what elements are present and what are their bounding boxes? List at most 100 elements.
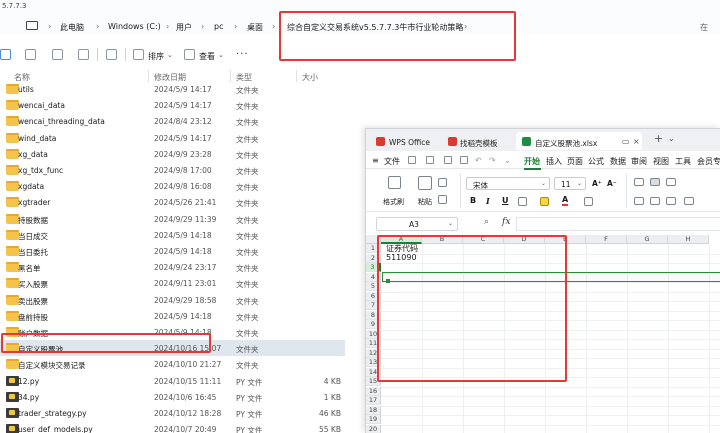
file-row[interactable]: 12.py 2024/10/15 11:11 PY 文件 4 KB bbox=[0, 373, 345, 389]
breadcrumb-drive-c[interactable]: Windows (C:) bbox=[108, 22, 161, 31]
format-painter-icon[interactable] bbox=[388, 176, 401, 189]
folder-row[interactable]: xg_tdx_func 2024/9/8 17:00 文件夹 bbox=[0, 162, 345, 178]
align-bottom-icon[interactable] bbox=[666, 178, 676, 186]
menu-page[interactable]: 页面 bbox=[567, 156, 583, 167]
new-tab-icon[interactable]: + bbox=[654, 132, 663, 145]
folder-row[interactable]: xgtrader 2024/5/26 21:41 文件夹 bbox=[0, 194, 345, 210]
folder-row[interactable]: 盘前持股 2024/5/9 14:18 文件夹 bbox=[0, 308, 345, 324]
border-icon[interactable] bbox=[518, 197, 527, 206]
folder-row[interactable]: wencai_threading_data 2024/8/4 23:12 文件夹 bbox=[0, 113, 345, 129]
monitor-icon[interactable]: ▭ bbox=[622, 137, 630, 146]
folder-row[interactable]: 黑名单 2024/9/24 23:17 文件夹 bbox=[0, 259, 345, 275]
row-header-20[interactable]: 20 bbox=[366, 424, 381, 433]
chevron-down-icon[interactable]: ⌄ bbox=[218, 51, 224, 59]
chevron-down-icon[interactable]: ⌄ bbox=[504, 156, 511, 165]
cut-icon[interactable] bbox=[25, 49, 36, 60]
tab-template-store[interactable]: 找稻壳模板 bbox=[442, 132, 512, 150]
tab-spreadsheet-file[interactable]: 自定义股票池.xlsx ▭ × bbox=[516, 132, 642, 150]
file-row[interactable]: user_def_models.py 2024/10/7 20:49 PY 文件 55… bbox=[0, 421, 345, 433]
align-left-icon[interactable] bbox=[634, 197, 644, 205]
sort-button[interactable]: 排序 bbox=[148, 51, 164, 62]
folder-row[interactable]: 卖出股票 2024/9/29 18:58 文件夹 bbox=[0, 292, 345, 308]
menu-membership[interactable]: 会员专 bbox=[697, 156, 720, 167]
delete-icon[interactable] bbox=[106, 49, 117, 60]
this-pc-icon[interactable] bbox=[26, 21, 38, 30]
folder-row[interactable]: utils 2024/5/9 14:17 文件夹 bbox=[0, 81, 345, 97]
breadcrumb-this-pc[interactable]: 此电脑 bbox=[60, 22, 84, 33]
folder-row[interactable]: xg_data 2024/9/9 23:28 文件夹 bbox=[0, 146, 345, 162]
folder-row[interactable]: 持股数据 2024/9/29 11:39 文件夹 bbox=[0, 211, 345, 227]
underline-button[interactable]: U bbox=[502, 196, 509, 205]
paste-button[interactable]: 粘贴 bbox=[418, 197, 432, 207]
insert-function-button[interactable]: fx bbox=[502, 217, 510, 227]
save-icon[interactable] bbox=[408, 156, 416, 164]
view-icon[interactable] bbox=[184, 49, 195, 60]
format-painter-button[interactable]: 格式刷 bbox=[383, 197, 404, 207]
menu-file[interactable]: 文件 bbox=[384, 156, 400, 167]
view-button[interactable]: 查看 bbox=[199, 51, 215, 62]
file-row[interactable]: 34.py 2024/10/6 16:45 PY 文件 1 KB bbox=[0, 389, 345, 405]
font-name-select[interactable]: 宋体 ⌄ bbox=[466, 177, 550, 190]
column-header-h[interactable]: H bbox=[668, 235, 709, 244]
menu-formula[interactable]: 公式 bbox=[588, 156, 604, 167]
menu-home[interactable]: 开始 bbox=[524, 156, 540, 167]
print-icon[interactable] bbox=[444, 156, 452, 164]
row-header-18[interactable]: 18 bbox=[366, 405, 381, 415]
menu-data[interactable]: 数据 bbox=[610, 156, 626, 167]
align-top-icon[interactable] bbox=[634, 178, 644, 186]
breadcrumb-desktop[interactable]: 桌面 bbox=[247, 22, 263, 33]
file-row[interactable]: trader_strategy.py 2024/10/12 18:28 PY 文件 4… bbox=[0, 405, 345, 421]
menu-hamburger-icon[interactable]: ≡ bbox=[372, 156, 379, 165]
paste-icon[interactable] bbox=[418, 176, 432, 190]
sort-icon[interactable] bbox=[133, 49, 144, 60]
breadcrumb-users[interactable]: 用户 bbox=[176, 22, 192, 33]
bold-button[interactable]: B bbox=[470, 196, 476, 205]
zoom-icon[interactable]: ⌕ bbox=[484, 217, 489, 227]
chevron-down-icon[interactable]: ⌄ bbox=[167, 51, 173, 59]
folder-row[interactable]: wencai_data 2024/5/9 14:17 文件夹 bbox=[0, 97, 345, 113]
copy-icon[interactable] bbox=[52, 49, 63, 60]
italic-button[interactable]: I bbox=[486, 196, 490, 206]
breadcrumb-pc[interactable]: pc bbox=[214, 22, 223, 31]
chevron-down-icon[interactable]: ⌄ bbox=[668, 134, 675, 143]
undo-icon[interactable]: ↶ bbox=[475, 156, 482, 165]
align-right-icon[interactable] bbox=[666, 197, 676, 205]
increase-font-button[interactable]: A⁺ bbox=[592, 179, 602, 188]
column-header-g[interactable]: G bbox=[627, 235, 668, 244]
copy-icon[interactable] bbox=[438, 195, 447, 204]
align-center-icon[interactable] bbox=[650, 197, 660, 205]
export-pdf-icon[interactable] bbox=[426, 156, 434, 164]
row-header-17[interactable]: 17 bbox=[366, 396, 381, 405]
column-header-f[interactable]: F bbox=[586, 235, 627, 244]
fill-color-icon[interactable] bbox=[540, 197, 549, 206]
menu-view[interactable]: 视图 bbox=[653, 156, 669, 167]
folder-row[interactable]: 买入股票 2024/9/11 23:01 文件夹 bbox=[0, 275, 345, 291]
rename-icon[interactable] bbox=[78, 49, 89, 60]
print-preview-icon[interactable] bbox=[460, 156, 468, 164]
justify-icon[interactable] bbox=[684, 197, 694, 205]
row-header-19[interactable]: 19 bbox=[366, 415, 381, 424]
folder-row[interactable]: 当日成交 2024/5/9 14:18 文件夹 bbox=[0, 227, 345, 243]
new-item-icon[interactable] bbox=[0, 49, 11, 60]
tab-wps-office[interactable]: WPS Office bbox=[368, 132, 440, 150]
font-color-icon[interactable]: A bbox=[562, 195, 569, 206]
formula-input[interactable] bbox=[516, 217, 720, 231]
redo-icon[interactable]: ↷ bbox=[489, 156, 496, 165]
close-tab-icon[interactable]: × bbox=[633, 137, 640, 146]
folder-row[interactable]: 自定义模块交易记录 2024/10/10 21:27 文件夹 bbox=[0, 356, 345, 372]
search-box-fragment[interactable]: 在 bbox=[700, 22, 708, 33]
name-box[interactable]: A3 ⌄ bbox=[376, 217, 458, 231]
font-size-select[interactable]: 11 ⌄ bbox=[554, 177, 586, 190]
decrease-font-button[interactable]: A⁻ bbox=[607, 179, 617, 188]
menu-tools[interactable]: 工具 bbox=[675, 156, 691, 167]
menu-review[interactable]: 审阅 bbox=[631, 156, 647, 167]
align-middle-icon[interactable] bbox=[650, 178, 660, 186]
folder-row[interactable]: 当日委托 2024/5/9 14:18 文件夹 bbox=[0, 243, 345, 259]
menu-insert[interactable]: 插入 bbox=[546, 156, 562, 167]
clear-format-icon[interactable] bbox=[584, 197, 593, 206]
cut-icon[interactable] bbox=[438, 178, 447, 187]
more-options-button[interactable]: ··· bbox=[236, 49, 249, 60]
row-header-16[interactable]: 16 bbox=[366, 386, 381, 396]
folder-row[interactable]: xgdata 2024/9/8 16:08 文件夹 bbox=[0, 178, 345, 194]
folder-row[interactable]: wind_data 2024/5/9 14:17 文件夹 bbox=[0, 130, 345, 146]
